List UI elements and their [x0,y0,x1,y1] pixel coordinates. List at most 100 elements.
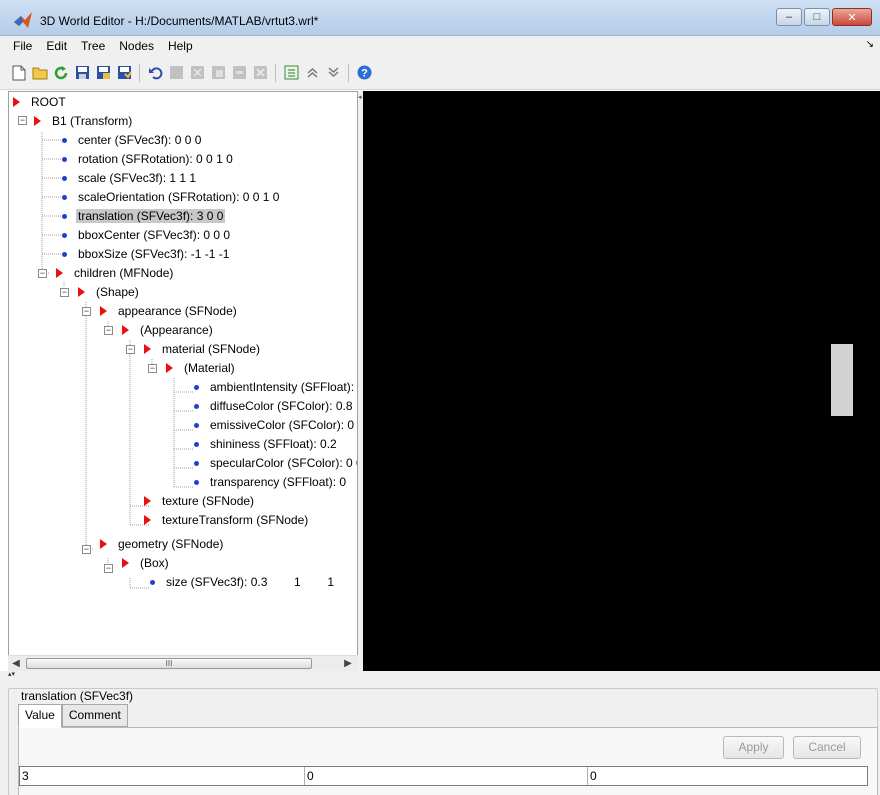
scroll-right-icon[interactable]: ▶ [340,656,356,671]
scroll-thumb[interactable]: III [26,658,312,669]
tree-node-texture[interactable]: texture (SFNode) [144,492,256,511]
field-dot-icon [194,479,199,485]
field-dot-icon [194,441,199,447]
properties-icon[interactable] [282,64,300,82]
collapse-toggle-icon[interactable]: − [104,326,113,335]
tree-field-ambient-intensity[interactable]: ambientIntensity (SFFloat): 0 [191,378,357,397]
3d-viewer-canvas[interactable] [363,91,880,671]
undo-icon[interactable] [146,64,164,82]
value-field-x[interactable]: 3 [20,767,305,785]
tab-value[interactable]: Value [18,704,62,728]
minimize-icon: – [785,11,793,23]
tree-node-geometry[interactable]: geometry (SFNode) [100,535,225,554]
tree-node-material-field[interactable]: material (SFNode) [144,340,262,359]
field-dot-icon [62,156,67,162]
tree-field-translation[interactable]: translation (SFVec3f): 3 0 0 [59,207,226,226]
menu-tree[interactable]: Tree [74,39,112,53]
node-arrow-icon [100,306,107,316]
menu-overflow-icon[interactable]: ↘ [866,39,874,50]
maximize-icon: □ [813,11,821,23]
tree-field-rotation[interactable]: rotation (SFRotation): 0 0 1 0 [59,150,235,169]
field-dot-icon [62,175,67,181]
collapse-toggle-icon[interactable]: − [126,345,135,354]
field-editor-title: translation (SFVec3f) [19,689,136,703]
help-icon[interactable]: ? [355,64,373,82]
menu-bar: File Edit Tree Nodes Help ↘ [0,36,880,56]
rendered-box-object [831,344,853,416]
tree-panel[interactable]: − − − − − − − − − ROOT B1 (Transform) ce… [8,91,358,671]
tree-field-scale[interactable]: scale (SFVec3f): 1 1 1 [59,169,198,188]
copy-icon[interactable] [167,64,185,82]
tree-node-appearance-field[interactable]: appearance (SFNode) [100,302,239,321]
tree-node-appearance[interactable]: (Appearance) [122,321,215,340]
tree-node-root[interactable]: ROOT [13,93,68,112]
scroll-grip-icon: III [165,659,173,668]
tree-node-shape[interactable]: (Shape) [78,283,141,302]
field-dot-icon [194,460,199,466]
tree-node-children[interactable]: children (MFNode) [56,264,175,283]
menu-file[interactable]: File [6,39,39,53]
field-dot-icon [62,137,67,143]
toolbar: ? [0,56,880,90]
close-icon: ✕ [847,11,857,24]
node-arrow-icon [100,539,107,549]
tree-node-box[interactable]: (Box) [122,554,171,573]
minimize-button[interactable]: – [776,8,802,26]
tab-comment[interactable]: Comment [61,704,128,727]
field-editor-panel: translation (SFVec3f) Value Comment Appl… [0,679,880,795]
collapse-toggle-icon[interactable]: − [148,364,157,373]
scroll-left-icon[interactable]: ◀ [8,656,24,671]
open-folder-icon[interactable] [31,64,49,82]
collapse-toggle-icon[interactable]: − [60,288,69,297]
field-dot-icon [62,251,67,257]
node-arrow-icon [78,287,85,297]
tree-field-size[interactable]: size (SFVec3f): 0.3 1 1 [147,573,336,592]
collapse-down-icon[interactable] [324,64,342,82]
delete-x-icon[interactable] [251,64,269,82]
tree-field-shininess[interactable]: shininess (SFFloat): 0.2 [191,435,339,454]
collapse-toggle-icon[interactable]: − [18,116,27,125]
expand-up-icon[interactable] [303,64,321,82]
field-dot-icon [194,403,199,409]
splitter-arrow-icon: ◂ [358,94,362,101]
tree-field-bbox-size[interactable]: bboxSize (SFVec3f): -1 -1 -1 [59,245,231,264]
new-file-icon[interactable] [10,64,28,82]
node-arrow-icon [122,325,129,335]
node-arrow-icon [144,344,151,354]
title-bar: 3D World Editor - H:/Documents/MATLAB/vr… [0,0,880,36]
collapse-toggle-icon[interactable]: − [82,545,91,554]
reload-icon[interactable] [52,64,70,82]
cancel-button[interactable]: Cancel [793,736,861,759]
maximize-button[interactable]: □ [804,8,830,26]
value-field-y[interactable]: 0 [305,767,588,785]
close-button[interactable]: ✕ [832,8,872,26]
apply-button[interactable]: Apply [723,736,784,759]
menu-nodes[interactable]: Nodes [112,39,161,53]
tree-field-center[interactable]: center (SFVec3f): 0 0 0 [59,131,203,150]
field-dot-icon [62,194,67,200]
save-all-icon[interactable] [115,64,133,82]
collapse-toggle-icon[interactable]: − [104,564,113,573]
menu-help[interactable]: Help [161,39,200,53]
tree-node-material[interactable]: (Material) [166,359,237,378]
value-field-z[interactable]: 0 [588,767,867,785]
tree-node-b1-transform[interactable]: B1 (Transform) [34,112,134,131]
tree-field-scale-orientation[interactable]: scaleOrientation (SFRotation): 0 0 1 0 [59,188,281,207]
tree-node-texture-transform[interactable]: textureTransform (SFNode) [144,511,310,530]
menu-edit[interactable]: Edit [39,39,74,53]
node-arrow-icon [13,97,20,107]
tree-field-emissive-color[interactable]: emissiveColor (SFColor): 0 0 [191,416,357,435]
save-as-icon[interactable] [94,64,112,82]
paste-icon[interactable] [209,64,227,82]
delete-icon[interactable] [230,64,248,82]
save-icon[interactable] [73,64,91,82]
collapse-toggle-icon[interactable]: − [82,307,91,316]
tree-field-bbox-center[interactable]: bboxCenter (SFVec3f): 0 0 0 [59,226,232,245]
horizontal-splitter[interactable]: ▴▾ [0,671,880,679]
tree-field-specular-color[interactable]: specularColor (SFColor): 0 0 [191,454,357,473]
collapse-toggle-icon[interactable]: − [38,269,47,278]
tree-field-diffuse-color[interactable]: diffuseColor (SFColor): 0.8 [191,397,355,416]
tree-field-transparency[interactable]: transparency (SFFloat): 0 [191,473,348,492]
tree-horizontal-scrollbar[interactable]: ◀ III ▶ [8,655,358,671]
cut-icon[interactable] [188,64,206,82]
